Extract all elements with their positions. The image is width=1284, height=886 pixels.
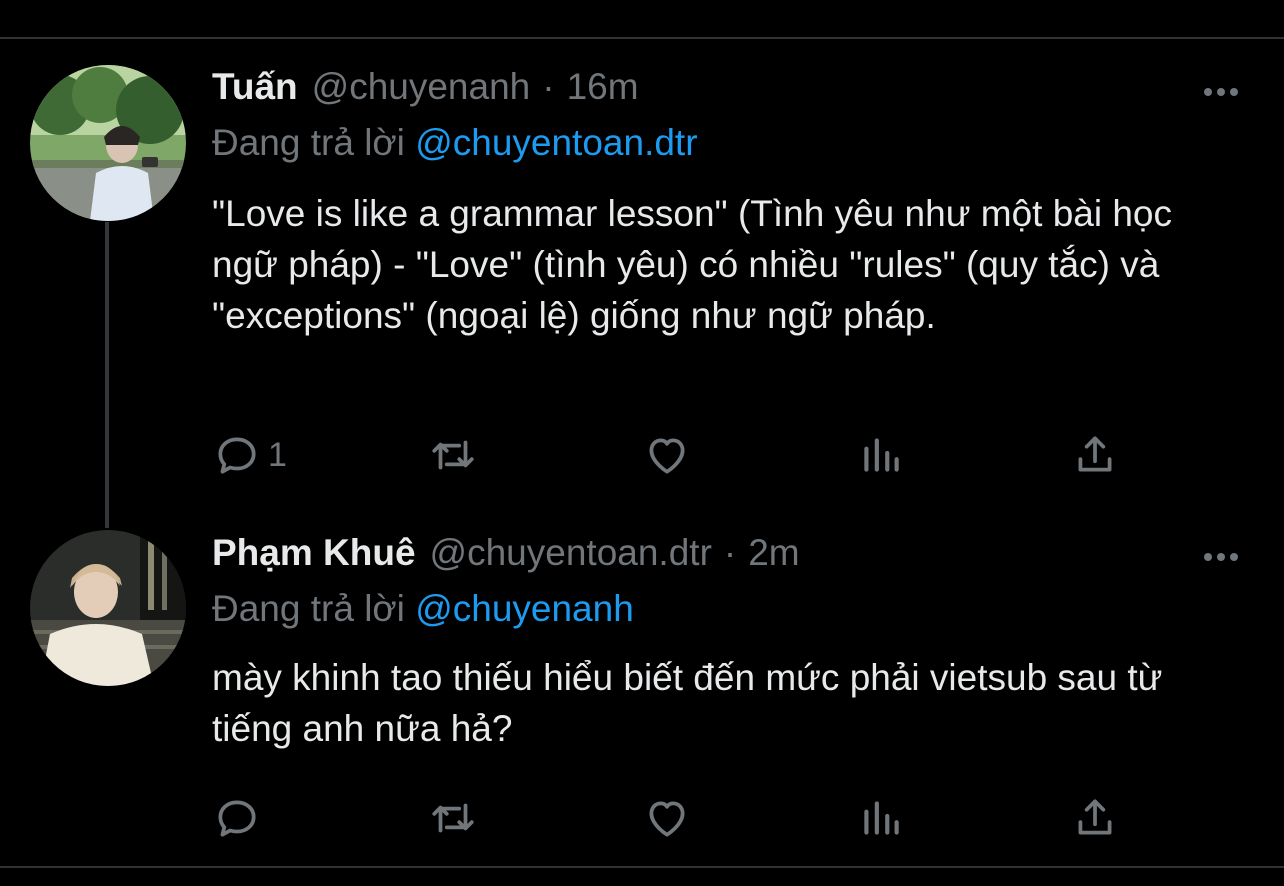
share-button[interactable] [1070, 425, 1120, 485]
avatar[interactable] [30, 65, 186, 221]
replying-label: Đang trả lời [212, 588, 416, 629]
action-bar: 1 [0, 425, 1284, 485]
replying-to: Đang trả lời @chuyentoan.dtr [212, 122, 698, 164]
reply-icon [218, 437, 256, 474]
like-button[interactable] [642, 425, 692, 485]
more-options-button[interactable] [1196, 542, 1246, 572]
display-name[interactable]: Phạm Khuê [212, 532, 416, 574]
reply-icon [218, 800, 256, 837]
reply-button[interactable]: 1 [212, 425, 287, 485]
share-icon [1078, 436, 1112, 472]
timestamp[interactable]: 16m [567, 66, 639, 108]
views-icon [864, 438, 899, 472]
user-handle[interactable]: @chuyenanh [312, 66, 531, 108]
tweet-2[interactable]: Phạm Khuê @chuyentoan.dtr · 2m Đang trả … [0, 520, 1284, 870]
tweet-header: Tuấn @chuyenanh · 16m [212, 66, 639, 116]
more-icon-dot [1230, 553, 1238, 561]
share-icon [1078, 799, 1112, 835]
avatar[interactable] [30, 530, 186, 686]
display-name[interactable]: Tuấn [212, 66, 298, 108]
share-button[interactable] [1070, 788, 1120, 848]
retweet-icon [432, 440, 474, 470]
replying-mention-link[interactable]: @chuyentoan.dtr [415, 122, 697, 163]
reply-count: 1 [268, 435, 287, 474]
bottom-divider [0, 866, 1284, 868]
replying-to: Đang trả lời @chuyenanh [212, 588, 634, 630]
more-icon-dot [1217, 553, 1225, 561]
action-bar [0, 788, 1284, 848]
replying-mention-link[interactable]: @chuyenanh [415, 588, 634, 629]
views-icon [864, 801, 899, 835]
more-icon-dot [1217, 88, 1225, 96]
retweet-button[interactable] [428, 425, 478, 485]
like-button[interactable] [642, 788, 692, 848]
reply-button[interactable] [212, 788, 268, 848]
tweet-text: mày khinh tao thiếu hiểu biết đến mức ph… [212, 657, 1163, 749]
retweet-button[interactable] [428, 788, 478, 848]
tweet-header: Phạm Khuê @chuyentoan.dtr · 2m [212, 532, 800, 582]
replying-label: Đang trả lời [212, 122, 416, 163]
more-icon [1204, 88, 1212, 96]
more-icon-dot [1230, 88, 1238, 96]
tweet-1[interactable]: Tuấn @chuyenanh · 16m Đang trả lời @chuy… [0, 0, 1284, 528]
heart-icon [649, 801, 685, 837]
user-handle[interactable]: @chuyentoan.dtr [430, 532, 712, 574]
retweet-icon [432, 803, 474, 833]
separator-dot: · [542, 66, 555, 107]
tweet-text: "Love is like a grammar lesson" (Tình yê… [212, 193, 1173, 336]
views-button[interactable] [856, 425, 906, 485]
separator-dot: · [723, 532, 737, 573]
more-icon [1204, 553, 1212, 561]
heart-icon [649, 438, 685, 474]
timestamp[interactable]: 2m [748, 532, 799, 574]
views-button[interactable] [856, 788, 906, 848]
more-options-button[interactable] [1196, 77, 1246, 107]
